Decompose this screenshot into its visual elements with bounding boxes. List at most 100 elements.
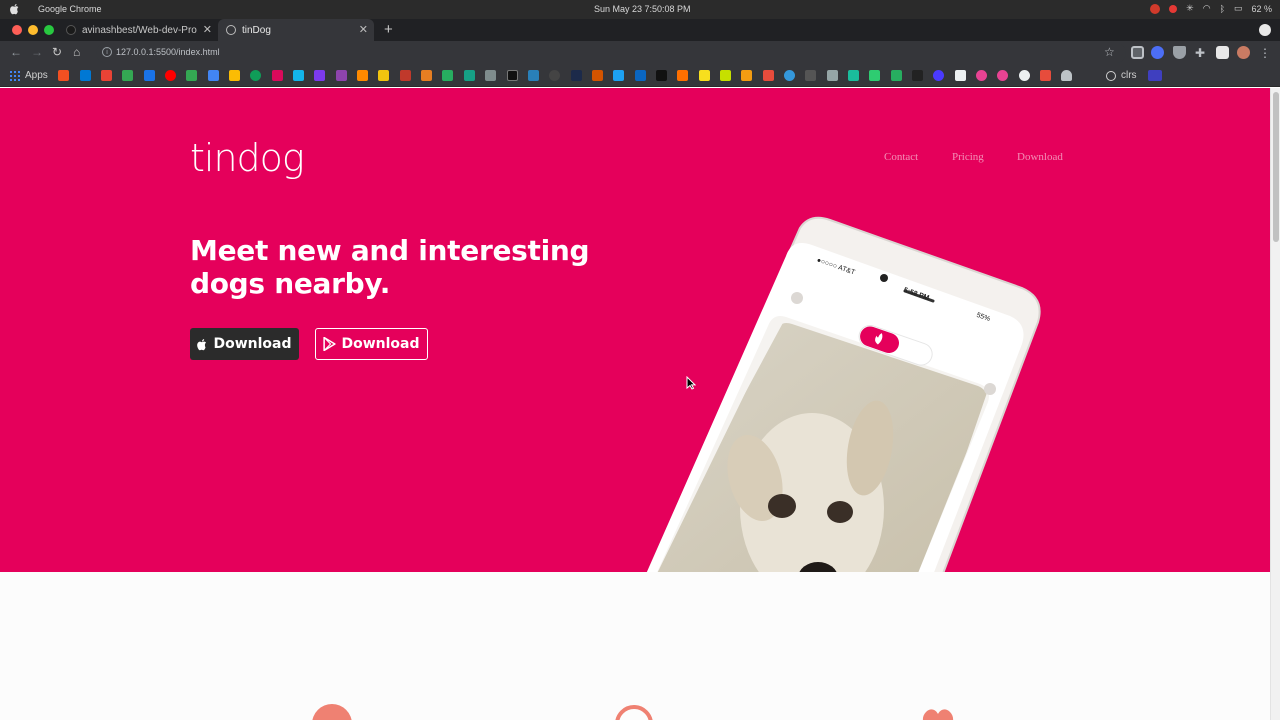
bookmark-stars-icon[interactable] bbox=[784, 70, 795, 81]
bookmark-maps-icon[interactable] bbox=[186, 70, 197, 81]
extensions-puzzle-icon[interactable]: ✚ bbox=[1195, 46, 1208, 60]
forward-icon[interactable]: → bbox=[31, 45, 43, 59]
battery-percent[interactable]: 62 % bbox=[1251, 4, 1272, 14]
bookmark-codechef-icon[interactable] bbox=[677, 70, 688, 81]
bookmark-tree-icon[interactable] bbox=[592, 70, 603, 81]
bookmark-dollar-icon[interactable] bbox=[464, 70, 475, 81]
extension-translate-icon[interactable] bbox=[1151, 46, 1164, 59]
mute-icon[interactable]: ✳ bbox=[1186, 3, 1194, 14]
system-clock[interactable]: Sun May 23 7:50:08 PM bbox=[594, 4, 691, 14]
bookmark-n-icon[interactable] bbox=[848, 70, 859, 81]
back-icon[interactable]: ← bbox=[10, 45, 22, 59]
bookmark-youtube-icon[interactable] bbox=[165, 70, 176, 81]
bookmark-dark-icon[interactable] bbox=[549, 70, 560, 81]
apple-logo-icon[interactable] bbox=[10, 3, 20, 15]
bookmark-chart-icon[interactable] bbox=[528, 70, 539, 81]
google-play-download-button[interactable]: Download bbox=[315, 328, 428, 360]
bookmark-slack-icon[interactable] bbox=[741, 70, 752, 81]
bookmark-contacts-icon[interactable] bbox=[208, 70, 219, 81]
mouse-cursor-icon bbox=[686, 376, 696, 390]
chrome-menu-icon[interactable]: ⋮ bbox=[1259, 46, 1272, 60]
bookmark-blogger-icon[interactable] bbox=[421, 70, 432, 81]
bluetooth-icon[interactable]: ᛒ bbox=[1220, 4, 1225, 14]
bookmark-purple-icon[interactable] bbox=[933, 70, 944, 81]
nav-pricing[interactable]: Pricing bbox=[952, 151, 1017, 163]
bookmark-mountain-icon[interactable] bbox=[763, 70, 774, 81]
bookmark-robot-icon[interactable] bbox=[912, 70, 923, 81]
window-zoom-icon[interactable] bbox=[44, 25, 54, 35]
bookmark-sd-icon[interactable] bbox=[442, 70, 453, 81]
reload-icon[interactable]: ↻ bbox=[52, 45, 62, 59]
url-text[interactable]: 127.0.0.1:5500/index.html bbox=[116, 47, 220, 57]
bookmark-f-icon[interactable] bbox=[869, 70, 880, 81]
bookmark-hackerrank-icon[interactable] bbox=[507, 70, 518, 81]
bookmark-drive-icon[interactable] bbox=[122, 70, 133, 81]
address-bar[interactable]: i 127.0.0.1:5500/index.html bbox=[96, 43, 1126, 63]
bookmark-red-icon[interactable] bbox=[272, 70, 283, 81]
dog-head bbox=[740, 413, 884, 572]
window-minimize-icon[interactable] bbox=[28, 25, 38, 35]
bookmark-azure-icon[interactable] bbox=[80, 70, 91, 81]
bookmark-microsoft-icon[interactable] bbox=[58, 70, 69, 81]
profile-avatar[interactable] bbox=[1237, 46, 1250, 59]
tab-search-icon[interactable] bbox=[1259, 24, 1271, 36]
bookmark-gmail-icon[interactable] bbox=[101, 70, 112, 81]
tab-tindog[interactable]: tinDog ✕ bbox=[218, 19, 374, 41]
tab-close-icon[interactable]: ✕ bbox=[359, 23, 368, 36]
window-close-icon[interactable] bbox=[12, 25, 22, 35]
bookmark-orange-icon[interactable] bbox=[357, 70, 368, 81]
bookmark-photos-icon[interactable] bbox=[229, 70, 240, 81]
nav-contact[interactable]: Contact bbox=[884, 151, 952, 163]
scrollbar-thumb[interactable] bbox=[1273, 92, 1279, 242]
tab-close-icon[interactable]: ✕ bbox=[203, 23, 212, 36]
bookmark-twitter-icon[interactable] bbox=[613, 70, 624, 81]
bookmark-dk-icon[interactable] bbox=[891, 70, 902, 81]
site-info-icon[interactable]: i bbox=[102, 47, 112, 57]
bookmark-gg-icon[interactable] bbox=[400, 70, 411, 81]
page-scrollbar[interactable] bbox=[1270, 88, 1280, 720]
bookmark-box-icon[interactable] bbox=[805, 70, 816, 81]
bookmark-linkedin-icon[interactable] bbox=[635, 70, 646, 81]
tab-github[interactable]: avinashbest/Web-dev-Pro ✕ bbox=[58, 19, 218, 41]
home-icon[interactable]: ⌂ bbox=[73, 45, 80, 59]
bookmark-m-icon[interactable] bbox=[1040, 70, 1051, 81]
bookmark-ball-icon[interactable] bbox=[1019, 70, 1030, 81]
new-tab-button[interactable]: + bbox=[384, 21, 393, 38]
phone-body bbox=[646, 216, 1041, 572]
bookmark-meet-icon[interactable] bbox=[144, 70, 155, 81]
phone-speaker bbox=[903, 289, 935, 303]
record-indicator-icon[interactable] bbox=[1169, 4, 1178, 13]
apps-shortcut[interactable]: Apps bbox=[10, 70, 48, 81]
bookmark-blue-icon[interactable] bbox=[1148, 70, 1162, 81]
bookmark-amazon-icon[interactable] bbox=[699, 70, 710, 81]
bookmark-cube-icon[interactable] bbox=[827, 70, 838, 81]
bookmark-chrome-icon[interactable] bbox=[250, 70, 261, 81]
wifi-icon[interactable]: ◠ bbox=[1203, 3, 1211, 14]
bookmark-navy-icon[interactable] bbox=[571, 70, 582, 81]
bookmark-cloud-icon[interactable] bbox=[1061, 70, 1072, 81]
bookmark-clrs[interactable]: clrs bbox=[1106, 70, 1137, 81]
active-app-name[interactable]: Google Chrome bbox=[38, 4, 102, 14]
brand-logo[interactable]: tindog bbox=[190, 136, 305, 180]
extension-shield-icon[interactable] bbox=[1173, 46, 1186, 59]
bookmark-star-icon[interactable]: ☆ bbox=[1104, 45, 1115, 59]
bookmark-w-icon[interactable] bbox=[336, 70, 347, 81]
media-control-icon[interactable] bbox=[1216, 46, 1229, 59]
tab-title: avinashbest/Web-dev-Pro bbox=[82, 24, 197, 36]
bookmark-webflow-icon[interactable] bbox=[293, 70, 304, 81]
bookmark-medium-icon[interactable] bbox=[656, 70, 667, 81]
nav-download[interactable]: Download bbox=[1017, 151, 1077, 163]
battery-icon[interactable]: ▭ bbox=[1234, 3, 1243, 14]
bookmark-bars-icon[interactable] bbox=[378, 70, 389, 81]
bookmark-play-icon[interactable] bbox=[997, 70, 1008, 81]
bookmark-notes-icon[interactable] bbox=[720, 70, 731, 81]
bookmark-cc-icon[interactable] bbox=[485, 70, 496, 81]
top-nav: Contact Pricing Download bbox=[884, 151, 1077, 163]
chrome-status-icon[interactable] bbox=[1150, 3, 1161, 14]
bookmark-kotlin-icon[interactable] bbox=[314, 70, 325, 81]
extension-tab-icon[interactable] bbox=[1131, 46, 1144, 59]
globe-icon bbox=[1106, 70, 1116, 81]
bookmark-white-icon[interactable] bbox=[955, 70, 966, 81]
bookmark-pink-icon[interactable] bbox=[976, 70, 987, 81]
apple-download-button[interactable]: Download bbox=[190, 328, 299, 360]
